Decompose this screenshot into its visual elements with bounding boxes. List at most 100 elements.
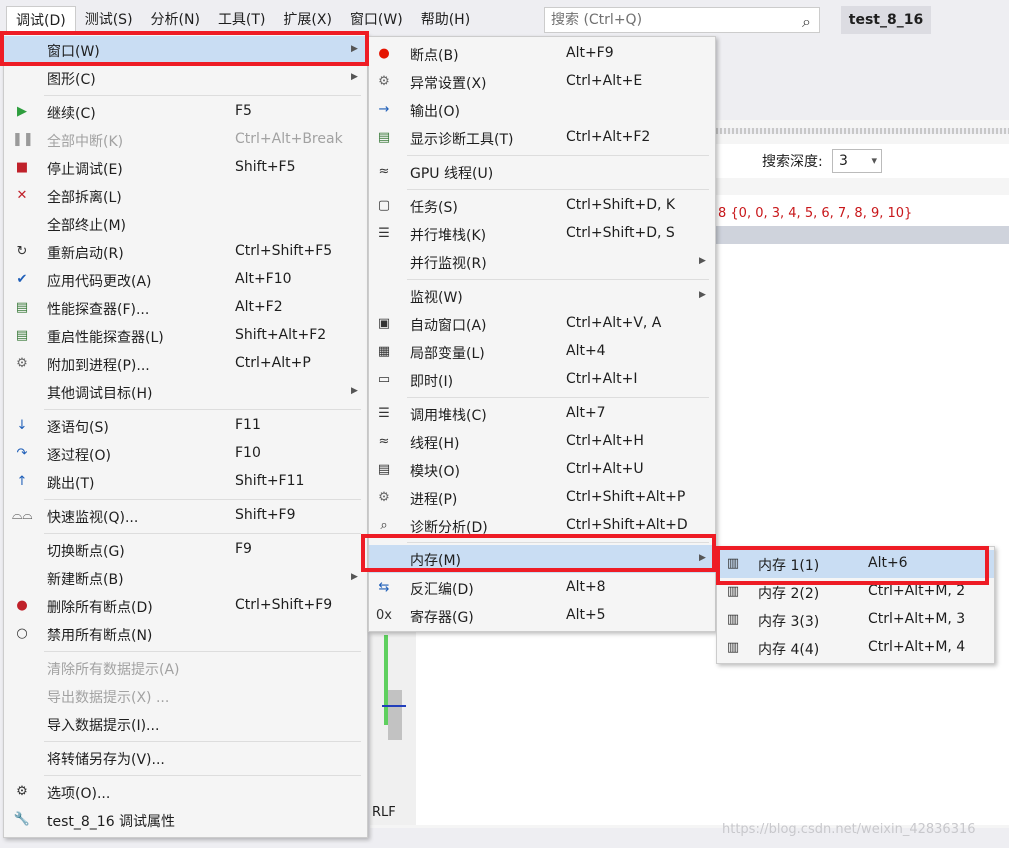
parallel-stacks-icon: ☰ — [378, 226, 390, 241]
menu-item-shortcut: Ctrl+Alt+F2 — [566, 129, 651, 145]
window-menu-item-1[interactable]: ⚙ 异常设置(X) Ctrl+Alt+E — [369, 68, 715, 96]
window-menu-item-12[interactable]: ☰ 调用堆栈(C) Alt+7 — [369, 400, 715, 428]
debug-menu-item-8[interactable]: ✔ 应用代码更改(A) Alt+F10 — [4, 266, 367, 294]
debug-menu-item-9[interactable]: ▤ 性能探查器(F)... Alt+F2 — [4, 294, 367, 322]
debug-menu-item-15[interactable]: ↑ 跳出(T) Shift+F11 — [4, 468, 367, 496]
memory-menu-item-2[interactable]: ▥ 内存 3(3) Ctrl+Alt+M, 3 — [717, 606, 994, 634]
menu-help[interactable]: 帮助(H) — [412, 6, 479, 34]
menu-item-label: 停止调试(E) — [47, 162, 123, 178]
memory-menu-item-0[interactable]: ▥ 内存 1(1) Alt+6 — [717, 550, 994, 578]
debug-menu-item-24[interactable]: 将转储另存为(V)... — [4, 744, 367, 772]
window-menu-item-11[interactable]: ▭ 即时(I) Ctrl+Alt+I — [369, 366, 715, 394]
memory-menu-item-1[interactable]: ▥ 内存 2(2) Ctrl+Alt+M, 2 — [717, 578, 994, 606]
menu-extensions[interactable]: 扩展(X) — [274, 6, 341, 34]
debug-menu-item-25[interactable]: ⚙ 选项(O)... — [4, 778, 367, 806]
window-menu-item-17[interactable]: 内存(M) ▶ — [369, 545, 715, 573]
debug-menu-item-10[interactable]: ▤ 重启性能探查器(L) Shift+Alt+F2 — [4, 322, 367, 350]
menu-item-shortcut: F9 — [235, 541, 252, 557]
debug-menu-item-12[interactable]: 其他调试目标(H) ▶ — [4, 378, 367, 406]
menu-item-label: 其他调试目标(H) — [47, 386, 153, 402]
debug-menu-item-13[interactable]: ↓ 逐语句(S) F11 — [4, 412, 367, 440]
debug-menu-item-17[interactable]: 切换断点(G) F9 — [4, 536, 367, 564]
search-depth-label: 搜索深度: — [762, 154, 823, 170]
relaunch-profiler-icon: ▤ — [15, 328, 29, 343]
window-menu-item-8[interactable]: 监视(W) ▶ — [369, 282, 715, 310]
debug-menu-item-11[interactable]: ⚙ 附加到进程(P)... Ctrl+Alt+P — [4, 350, 367, 378]
debug-menu-item-2[interactable]: ▶ 继续(C) F5 — [4, 98, 367, 126]
menu-item-shortcut: Alt+F10 — [235, 271, 292, 287]
debug-menu-item-1[interactable]: 图形(C) ▶ — [4, 64, 367, 92]
menu-item-label: 删除所有断点(D) — [47, 600, 153, 616]
menu-test[interactable]: 测试(S) — [76, 6, 142, 34]
debug-menu-item-20[interactable]: ○ 禁用所有断点(N) — [4, 620, 367, 648]
window-menu-item-0[interactable]: ● 断点(B) Alt+F9 — [369, 40, 715, 68]
debug-menu-item-16[interactable]: ⌓⌓ 快速监视(Q)... Shift+F9 — [4, 502, 367, 530]
menu-item-label: 图形(C) — [47, 72, 96, 88]
window-menu-item-10[interactable]: ▦ 局部变量(L) Alt+4 — [369, 338, 715, 366]
code-editor[interactable] — [416, 630, 716, 825]
window-menu-item-16[interactable]: ⌕ 诊断分析(D) Ctrl+Shift+Alt+D — [369, 512, 715, 540]
tool-window-grip — [700, 128, 1009, 134]
menu-separator — [407, 155, 709, 156]
debug-menu-item-0[interactable]: 窗口(W) ▶ — [4, 36, 367, 64]
menu-item-shortcut: Ctrl+Alt+Break — [235, 131, 343, 147]
menu-item-shortcut: Shift+F11 — [235, 473, 305, 489]
menu-item-shortcut: Ctrl+Alt+I — [566, 371, 638, 387]
window-menu-item-14[interactable]: ▤ 模块(O) Ctrl+Alt+U — [369, 456, 715, 484]
search-depth-select[interactable]: 3 — [832, 149, 882, 173]
menu-item-shortcut: Ctrl+Shift+F5 — [235, 243, 333, 259]
menu-item-label: 断点(B) — [410, 48, 459, 64]
window-menu-item-19[interactable]: 0x 寄存器(G) Alt+5 — [369, 602, 715, 630]
exception-settings-icon: ⚙ — [378, 74, 390, 89]
window-menu-item-9[interactable]: ▣ 自动窗口(A) Ctrl+Alt+V, A — [369, 310, 715, 338]
window-menu-item-7[interactable]: 并行监视(R) ▶ — [369, 248, 715, 276]
submenu-arrow-icon: ▶ — [351, 386, 358, 396]
restart-icon: ↻ — [16, 244, 28, 259]
window-menu-item-18[interactable]: ⇆ 反汇编(D) Alt+8 — [369, 574, 715, 602]
debug-menu-item-18[interactable]: 新建断点(B) ▶ — [4, 564, 367, 592]
debug-menu-item-26[interactable]: 🔧 test_8_16 调试属性 — [4, 806, 367, 834]
menu-item-label: 任务(S) — [410, 200, 458, 216]
debug-menu-item-7[interactable]: ↻ 重新启动(R) Ctrl+Shift+F5 — [4, 238, 367, 266]
menu-item-label: 选项(O)... — [47, 786, 111, 802]
menu-item-shortcut: Alt+5 — [566, 607, 606, 623]
search-icon[interactable]: ⌕ — [802, 10, 811, 34]
menu-tools[interactable]: 工具(T) — [209, 6, 274, 34]
submenu-arrow-icon: ▶ — [351, 572, 358, 582]
menu-item-shortcut: Shift+F5 — [235, 159, 296, 175]
window-menu-item-13[interactable]: ≈ 线程(H) Ctrl+Alt+H — [369, 428, 715, 456]
window-menu-item-3[interactable]: ▤ 显示诊断工具(T) Ctrl+Alt+F2 — [369, 124, 715, 152]
debug-menu-item-3: ❚❚ 全部中断(K) Ctrl+Alt+Break — [4, 126, 367, 154]
window-menu-item-5[interactable]: ▢ 任务(S) Ctrl+Shift+D, K — [369, 192, 715, 220]
debug-menu-item-19[interactable]: ● 删除所有断点(D) Ctrl+Shift+F9 — [4, 592, 367, 620]
debug-menu-item-23[interactable]: 导入数据提示(I)... — [4, 710, 367, 738]
menu-item-label: 显示诊断工具(T) — [410, 132, 514, 148]
pause-icon: ❚❚ — [12, 132, 34, 147]
menu-analyze[interactable]: 分析(N) — [142, 6, 209, 34]
menu-item-shortcut: Ctrl+Alt+V, A — [566, 315, 662, 331]
debug-menu-item-4[interactable]: ■ 停止调试(E) Shift+F5 — [4, 154, 367, 182]
menu-item-label: 内存 1(1) — [758, 558, 820, 574]
memory-menu-item-3[interactable]: ▥ 内存 4(4) Ctrl+Alt+M, 4 — [717, 634, 994, 662]
window-menu-item-6[interactable]: ☰ 并行堆栈(K) Ctrl+Shift+D, S — [369, 220, 715, 248]
debug-menu-item-14[interactable]: ↷ 逐过程(O) F10 — [4, 440, 367, 468]
step-into-icon: ↓ — [16, 418, 28, 433]
menu-item-label: 导出数据提示(X) ... — [47, 690, 170, 706]
menu-item-label: 调用堆栈(C) — [410, 408, 487, 424]
menu-debug[interactable]: 调试(D) — [6, 6, 76, 34]
menu-item-label: 并行堆栈(K) — [410, 228, 487, 244]
menu-item-label: 清除所有数据提示(A) — [47, 662, 180, 678]
window-menu-item-15[interactable]: ⚙ 进程(P) Ctrl+Shift+Alt+P — [369, 484, 715, 512]
window-menu-item-2[interactable]: → 输出(O) — [369, 96, 715, 124]
disable-breakpoints-icon: ○ — [16, 626, 28, 641]
search-input[interactable]: 搜索 (Ctrl+Q) ⌕ — [544, 7, 820, 33]
menu-item-label: 将转储另存为(V)... — [47, 752, 165, 768]
debug-menu-item-6[interactable]: 全部终止(M) — [4, 210, 367, 238]
menu-item-shortcut: Ctrl+Shift+D, K — [566, 197, 676, 213]
menu-window[interactable]: 窗口(W) — [341, 6, 412, 34]
step-over-icon: ↷ — [16, 446, 28, 461]
window-menu-item-4[interactable]: ≈ GPU 线程(U) — [369, 158, 715, 186]
scrollbar-thumb[interactable] — [388, 690, 402, 740]
menu-item-label: 寄存器(G) — [410, 610, 474, 626]
debug-menu-item-5[interactable]: ✕ 全部拆离(L) — [4, 182, 367, 210]
